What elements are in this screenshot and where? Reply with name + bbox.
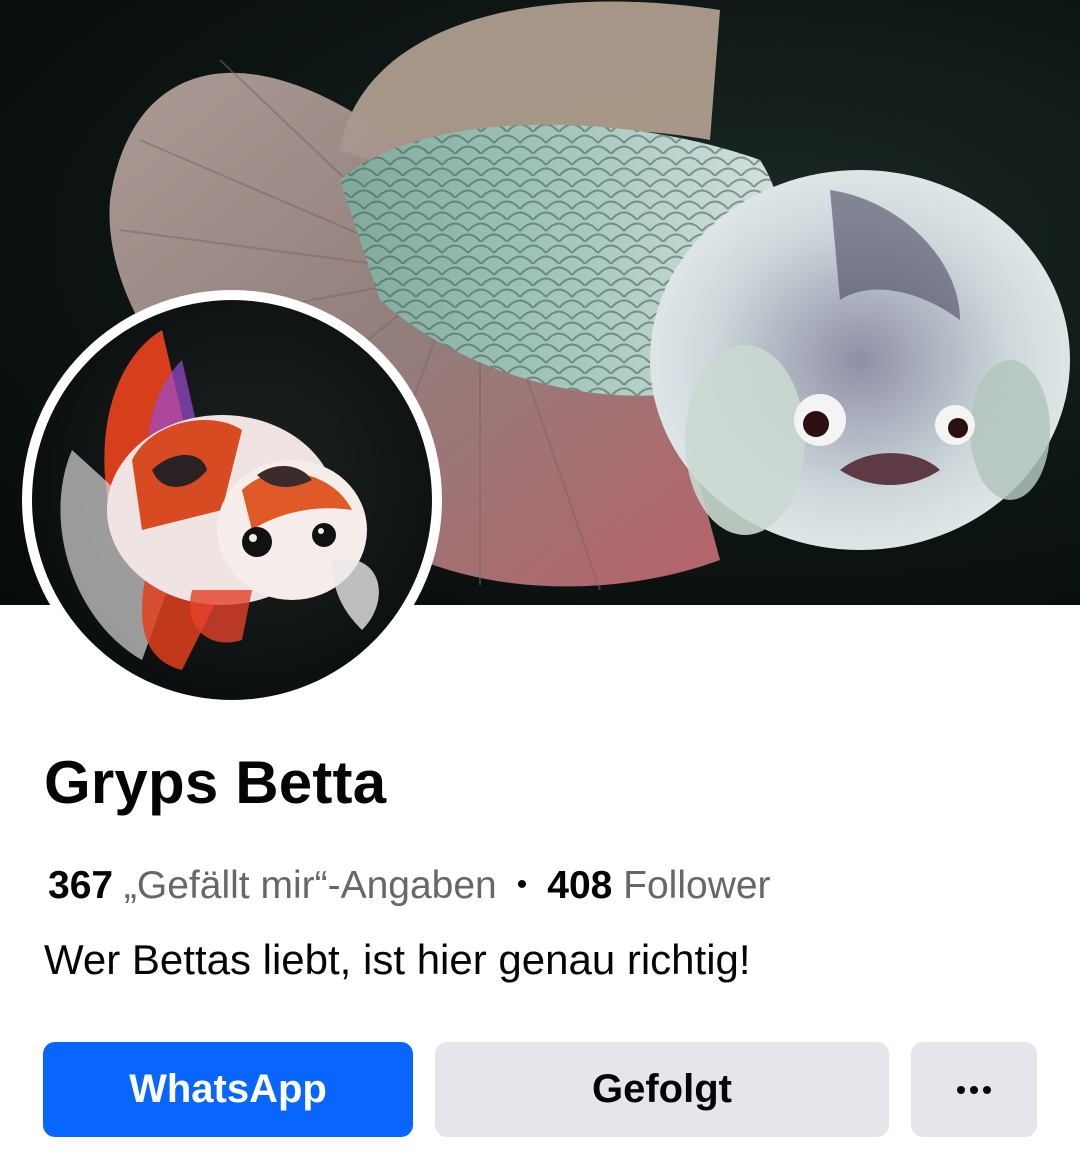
- whatsapp-button-label: WhatsApp: [129, 1067, 327, 1111]
- following-button[interactable]: Gefolgt: [435, 1042, 889, 1137]
- likes-count: 367: [48, 864, 114, 907]
- profile-fish-image: [60, 330, 379, 670]
- following-button-label: Gefolgt: [592, 1067, 732, 1111]
- stats-separator: •: [516, 868, 528, 901]
- whatsapp-button[interactable]: WhatsApp: [43, 1042, 413, 1137]
- followers-count: 408: [547, 864, 613, 907]
- page-stats: 367 „Gefällt mir“-Angaben • 408 Follower: [48, 862, 771, 910]
- followers-label[interactable]: Follower: [623, 864, 770, 907]
- profile-picture[interactable]: [32, 300, 432, 700]
- more-options-button[interactable]: [911, 1042, 1037, 1137]
- page-bio: Wer Bettas liebt, ist hier genau richtig…: [44, 936, 751, 983]
- more-dots-icon: [957, 1085, 991, 1094]
- likes-label[interactable]: „Gefällt mir“-Angaben: [124, 864, 497, 907]
- page-title: Gryps Betta: [44, 749, 387, 816]
